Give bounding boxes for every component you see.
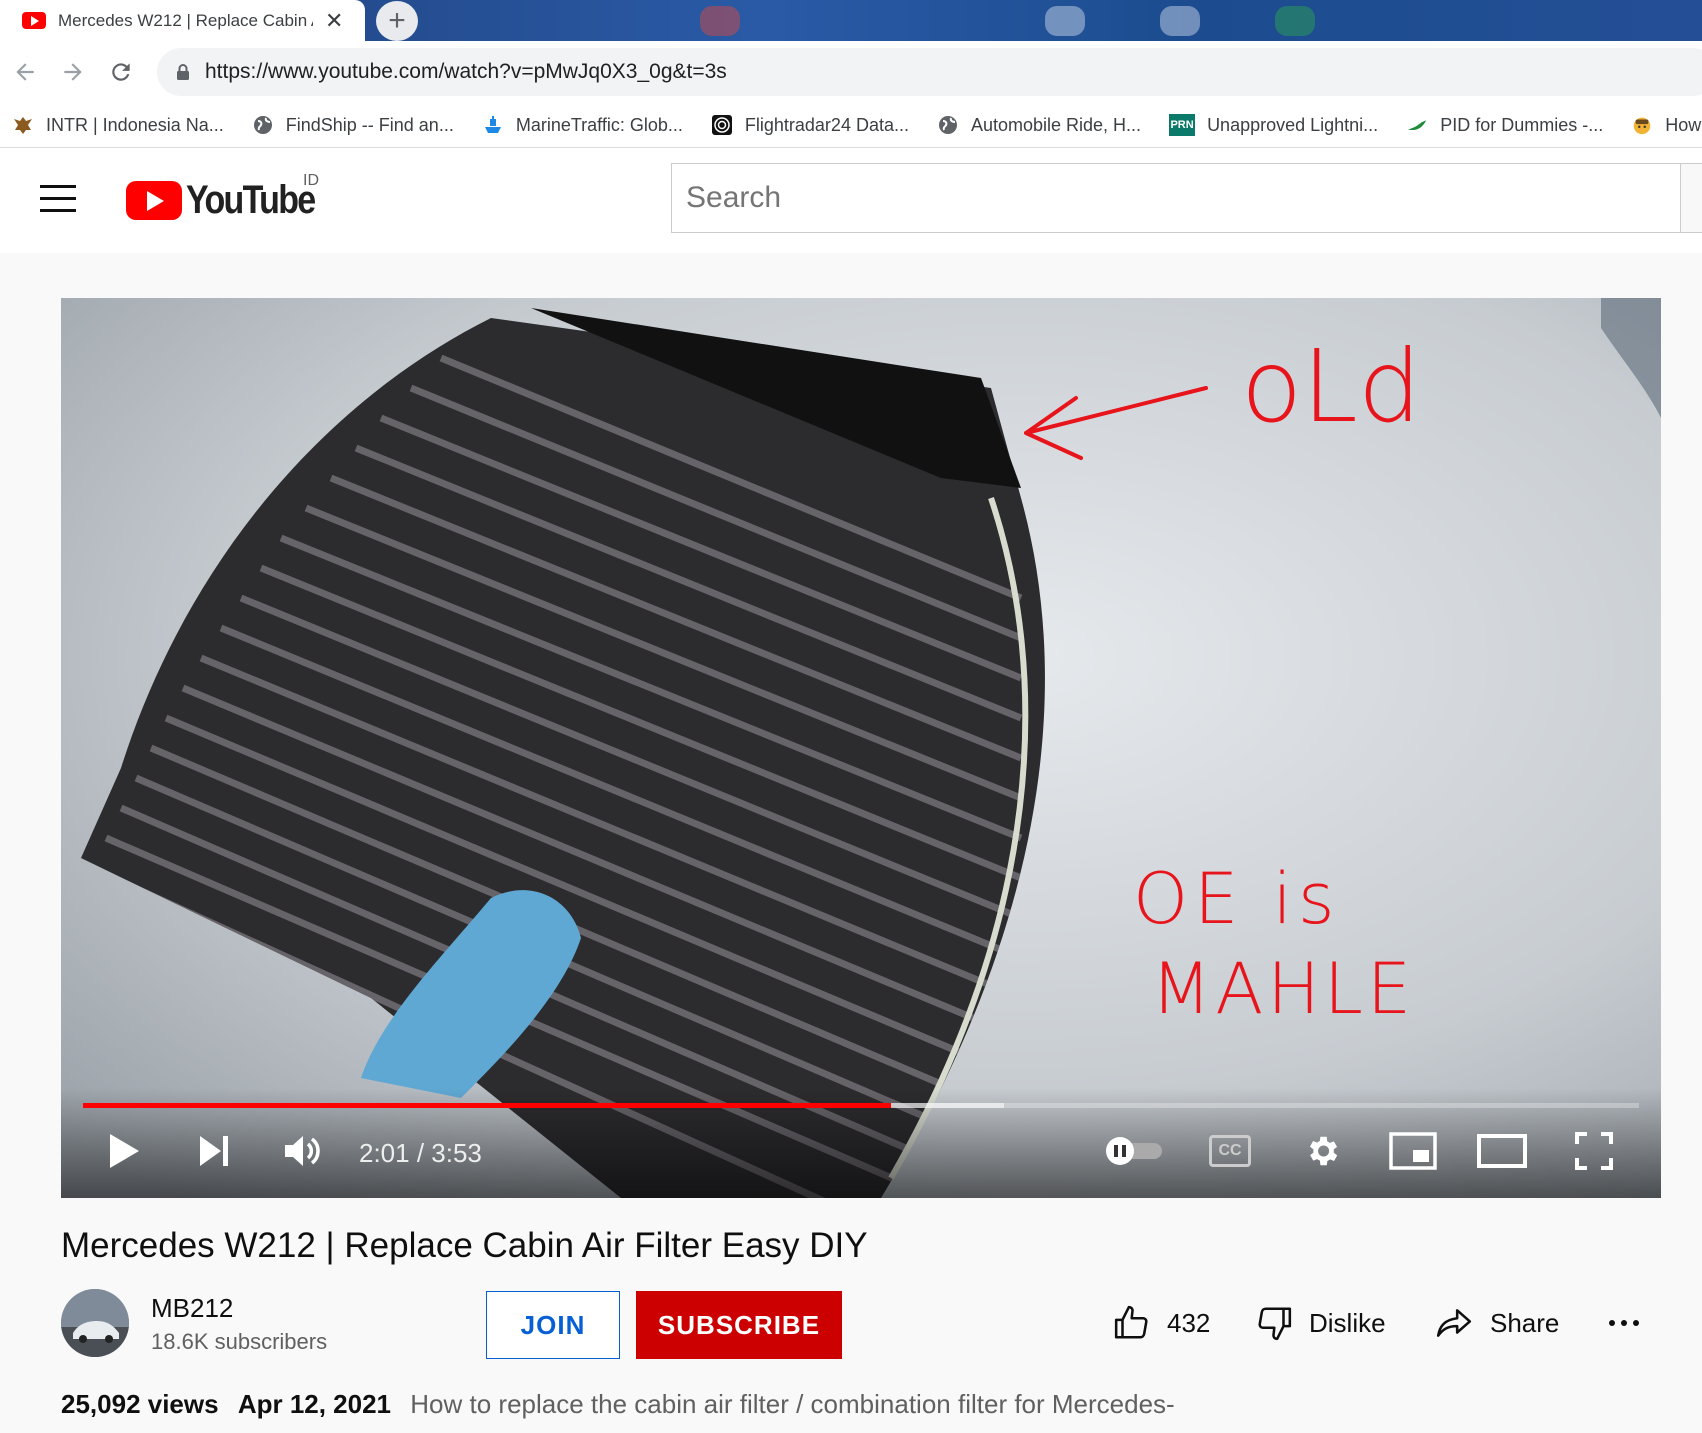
back-button[interactable] [6, 53, 44, 91]
gear-icon [1309, 1136, 1338, 1166]
globe-icon [252, 114, 274, 136]
share-arrow-icon [1436, 1309, 1472, 1337]
share-button[interactable]: Share [1434, 1300, 1559, 1346]
search-button[interactable] [1680, 163, 1702, 233]
miniplayer-icon [1389, 1132, 1437, 1170]
view-count: 25,092 views [61, 1389, 219, 1419]
theater-mode-button[interactable] [1477, 1128, 1527, 1174]
play-button[interactable] [101, 1128, 147, 1174]
lock-icon [177, 64, 189, 80]
fullscreen-icon [1575, 1132, 1613, 1170]
video-player[interactable]: oLd OE is MAHLE 2:01 / 3:53 CC [61, 298, 1661, 1198]
volume-icon [285, 1136, 320, 1166]
prn-icon: PRN [1169, 114, 1196, 136]
time-display: 2:01 / 3:53 [359, 1138, 482, 1168]
subscriber-count: 18.6K subscribers [151, 1329, 328, 1354]
description-text: How to replace the cabin air filter / co… [410, 1389, 1175, 1419]
browser-tab-strip: Mercedes W212 | Replace Cabin Air Filter… [0, 0, 1702, 41]
logo-text: YouTube [186, 178, 316, 222]
menu-button[interactable] [40, 185, 76, 215]
share-label: Share [1490, 1307, 1560, 1338]
search-input[interactable] [671, 163, 1681, 233]
browser-tab-active[interactable]: Mercedes W212 | Replace Cabin Air Filter… [0, 0, 365, 41]
blurred-window-icon [1045, 6, 1085, 36]
forward-button[interactable] [54, 53, 92, 91]
video-description-box[interactable]: 25,092 views Apr 12, 2021 How to replace… [61, 1389, 1702, 1420]
theater-icon [1477, 1134, 1527, 1168]
upload-date: Apr 12, 2021 [237, 1389, 392, 1419]
bookmark-item[interactable]: PID for Dummies -... [1406, 114, 1603, 136]
bookmark-item[interactable]: Flightradar24 Data... [711, 114, 909, 136]
youtube-masthead: YouTube ID [0, 148, 1702, 253]
youtube-favicon-icon [22, 12, 46, 29]
tab-close-icon[interactable]: ✕ [325, 8, 343, 34]
cc-icon: CC [1209, 1135, 1251, 1167]
annotation-oe-is: OE is [1133, 858, 1341, 940]
arrow-left-icon [16, 63, 34, 81]
skip-next-icon [200, 1136, 228, 1166]
subscribe-button[interactable]: SUBSCRIBE [636, 1291, 842, 1359]
bookmark-item[interactable]: How to D [1631, 114, 1702, 136]
thumbs-down-icon [1258, 1307, 1292, 1341]
face-icon [1631, 114, 1653, 136]
bookmark-item[interactable]: INTR | Indonesia Na... [12, 114, 224, 136]
progress-bar[interactable] [83, 1103, 1639, 1108]
browser-toolbar: https://www.youtube.com/watch?v=pMwJq0X3… [0, 41, 1702, 103]
bookmark-item[interactable]: PRN Unapproved Lightni... [1169, 114, 1378, 136]
like-button[interactable]: 432 [1113, 1300, 1210, 1346]
ship-icon [482, 114, 504, 136]
more-horizontal-icon [1609, 1320, 1639, 1326]
reload-button[interactable] [102, 53, 140, 91]
garuda-icon [12, 114, 34, 136]
mute-button[interactable] [279, 1128, 325, 1174]
join-button[interactable]: JOIN [486, 1291, 620, 1359]
bookmark-item[interactable]: FindShip -- Find an... [252, 114, 454, 136]
url-text: https://www.youtube.com/watch?v=pMwJq0X3… [205, 60, 727, 83]
captions-button[interactable]: CC [1207, 1128, 1253, 1174]
channel-avatar[interactable] [61, 1289, 129, 1357]
bookmark-item[interactable]: MarineTraffic: Glob... [482, 114, 683, 136]
reload-icon [112, 63, 130, 81]
pause-toggle-icon [1106, 1137, 1162, 1165]
thumbs-up-icon [1114, 1305, 1148, 1339]
blurred-window-icon [1160, 6, 1200, 36]
radar-icon [711, 114, 733, 136]
progress-played [83, 1103, 891, 1108]
play-icon [110, 1134, 139, 1168]
blurred-window-icon [700, 6, 740, 36]
country-code: ID [303, 172, 319, 189]
address-bar[interactable]: https://www.youtube.com/watch?v=pMwJq0X3… [157, 48, 1702, 96]
annotation-old: oLd [1241, 328, 1422, 445]
arrow-right-icon [64, 63, 82, 81]
menu-icon [40, 185, 76, 188]
like-count: 432 [1167, 1307, 1211, 1338]
dislike-label: Dislike [1309, 1307, 1386, 1338]
settings-button[interactable] [1299, 1128, 1345, 1174]
video-title: Mercedes W212 | Replace Cabin Air Filter… [61, 1226, 868, 1265]
car-avatar-icon [61, 1289, 129, 1357]
bookmark-item[interactable]: Automobile Ride, H... [937, 114, 1141, 136]
more-actions-button[interactable] [1606, 1300, 1642, 1346]
annotation-mahle: MAHLE [1151, 948, 1416, 1030]
channel-name[interactable]: MB212 [151, 1293, 233, 1324]
bookmarks-bar: INTR | Indonesia Na... FindShip -- Find … [0, 103, 1702, 148]
tab-title: Mercedes W212 | Replace Cabin Air Filter… [58, 10, 313, 30]
fullscreen-button[interactable] [1571, 1128, 1617, 1174]
miniplayer-button[interactable] [1388, 1128, 1438, 1174]
globe-icon [937, 114, 959, 136]
autoplay-toggle[interactable] [1101, 1128, 1167, 1174]
new-tab-button[interactable]: + [376, 1, 418, 41]
dislike-button[interactable]: Dislike [1255, 1300, 1386, 1346]
blurred-window-icon [1275, 6, 1315, 36]
next-button[interactable] [191, 1128, 237, 1174]
youtube-play-logo-icon [126, 181, 182, 220]
leaf-icon [1406, 114, 1428, 136]
